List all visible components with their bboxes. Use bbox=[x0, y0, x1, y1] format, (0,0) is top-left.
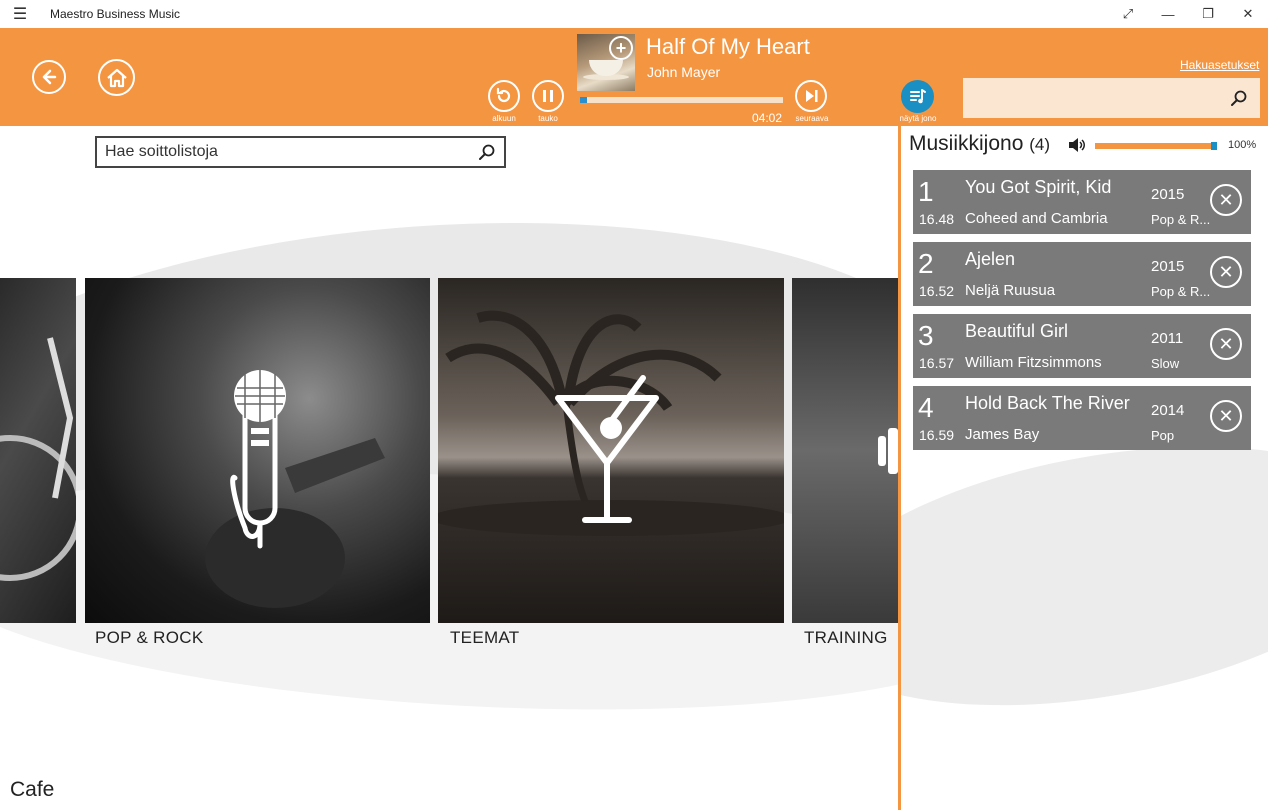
queue-item-artist: James Bay bbox=[965, 426, 1040, 443]
queue-item-title: Hold Back The River bbox=[965, 393, 1130, 413]
queue-item[interactable]: 1 16.48 You Got Spirit, Kid Coheed and C… bbox=[913, 170, 1251, 234]
queue-item-genre: Pop & R... bbox=[1151, 212, 1211, 227]
queue-item-year: 2011 bbox=[1151, 330, 1184, 347]
queue-item-number: 2 bbox=[918, 248, 934, 279]
playlist-search-input[interactable] bbox=[105, 143, 478, 161]
queue-item-time: 16.48 bbox=[919, 211, 955, 227]
close-icon: ✕ bbox=[1218, 189, 1234, 210]
queue-item-title: Beautiful Girl bbox=[965, 321, 1069, 341]
queue-item[interactable]: 3 16.57 Beautiful Girl William Fitzsimmo… bbox=[913, 314, 1251, 378]
skip-next-icon bbox=[806, 90, 818, 102]
search-settings-link[interactable]: Hakuasetukset bbox=[1180, 58, 1259, 72]
section-label-cafe: Cafe bbox=[10, 778, 55, 801]
queue-item[interactable]: 4 16.59 Hold Back The River James Bay 20… bbox=[913, 386, 1251, 450]
queue-item-year: 2015 bbox=[1151, 186, 1185, 203]
add-to-playlist-button[interactable]: + bbox=[609, 36, 633, 60]
player-header: + Half Of My Heart John Mayer alkuun tau… bbox=[0, 28, 1268, 126]
music-list-icon bbox=[909, 88, 926, 103]
queue-item-year: 2014 bbox=[1151, 402, 1185, 419]
queue-item-year: 2015 bbox=[1151, 258, 1185, 275]
progress-fill bbox=[580, 97, 587, 103]
main-content: POP & ROCK TEEMAT TRAINING Cafe bbox=[0, 126, 898, 810]
queue-item-genre: Pop & R... bbox=[1151, 284, 1211, 299]
expand-icon[interactable]: ⤢ bbox=[1108, 0, 1148, 28]
home-button[interactable] bbox=[98, 59, 135, 96]
pause-icon bbox=[543, 90, 553, 102]
tile-label-training: TRAINING bbox=[804, 628, 888, 647]
window-controls: ⤢ — ❐ ✕ bbox=[1108, 0, 1268, 28]
remove-from-queue-button[interactable]: ✕ bbox=[1210, 184, 1242, 216]
playlist-tile-teemat[interactable] bbox=[438, 278, 784, 623]
progress-bar[interactable] bbox=[580, 97, 783, 103]
queue-item-title: You Got Spirit, Kid bbox=[965, 177, 1112, 197]
show-queue-button[interactable] bbox=[901, 80, 934, 113]
queue-item-time: 16.59 bbox=[919, 427, 955, 443]
speaker-icon[interactable] bbox=[1067, 136, 1087, 154]
close-icon: ✕ bbox=[1218, 261, 1234, 282]
playlist-tile-training[interactable] bbox=[792, 278, 898, 623]
hamburger-icon[interactable]: ☰ bbox=[0, 0, 40, 28]
elapsed-time: 04:02 bbox=[752, 111, 783, 125]
playlist-tile-pop-rock[interactable] bbox=[85, 278, 430, 623]
queue-item-artist: William Fitzsimmons bbox=[965, 354, 1102, 371]
back-button[interactable] bbox=[32, 60, 66, 94]
queue-count: (4) bbox=[1029, 135, 1050, 154]
next-button[interactable] bbox=[795, 80, 827, 112]
playlist-tile-partial[interactable] bbox=[0, 278, 76, 623]
title-bar: ☰ Maestro Business Music ⤢ — ❐ ✕ bbox=[0, 0, 1268, 28]
volume-percent: 100% bbox=[1228, 139, 1257, 151]
queue-item-number: 1 bbox=[918, 176, 934, 207]
microphone-icon bbox=[205, 370, 385, 608]
search-icon[interactable] bbox=[478, 143, 496, 161]
queue-item-genre: Slow bbox=[1151, 356, 1180, 371]
playlist-search-field[interactable] bbox=[95, 136, 506, 168]
tile-label-pop-rock: POP & ROCK bbox=[95, 628, 204, 647]
restart-icon bbox=[496, 87, 511, 103]
now-playing-artist: John Mayer bbox=[647, 64, 721, 80]
queue-item-genre: Pop bbox=[1151, 428, 1175, 443]
cocktail-icon bbox=[438, 310, 784, 536]
queue-item-number: 4 bbox=[918, 392, 934, 423]
weights-icon bbox=[878, 428, 898, 474]
minimize-icon[interactable]: — bbox=[1148, 0, 1188, 28]
restart-button[interactable] bbox=[488, 80, 520, 112]
next-label: seuraava bbox=[795, 114, 829, 123]
restore-icon[interactable]: ❐ bbox=[1188, 0, 1228, 28]
top-search-field[interactable] bbox=[963, 78, 1260, 118]
queue-item[interactable]: 2 16.52 Ajelen Neljä Ruusua 2015 Pop & R… bbox=[913, 242, 1251, 306]
close-icon[interactable]: ✕ bbox=[1228, 0, 1268, 28]
restart-label: alkuun bbox=[492, 114, 516, 123]
remove-from-queue-button[interactable]: ✕ bbox=[1210, 256, 1242, 288]
queue-item-title: Ajelen bbox=[965, 249, 1016, 269]
tile-label-teemat: TEEMAT bbox=[450, 628, 520, 647]
arrow-left-icon bbox=[42, 69, 57, 85]
music-queue-panel: Musiikkijono (4) 100% 1 16.48 You Got Sp… bbox=[898, 126, 1268, 810]
queue-item-number: 3 bbox=[918, 320, 934, 351]
queue-item-artist: Neljä Ruusua bbox=[965, 282, 1056, 299]
search-icon[interactable] bbox=[1230, 89, 1248, 107]
queue-item-artist: Coheed and Cambria bbox=[965, 210, 1108, 227]
volume-knob[interactable] bbox=[1211, 142, 1217, 150]
pause-button[interactable] bbox=[532, 80, 564, 112]
show-queue-label: näytä jono bbox=[899, 114, 937, 123]
now-playing-title: Half Of My Heart bbox=[646, 34, 810, 59]
queue-title-text: Musiikkijono bbox=[909, 132, 1024, 155]
close-icon: ✕ bbox=[1218, 405, 1234, 426]
queue-item-time: 16.57 bbox=[919, 355, 955, 371]
queue-item-time: 16.52 bbox=[919, 283, 955, 299]
home-icon bbox=[106, 68, 127, 87]
volume-slider[interactable] bbox=[1095, 142, 1217, 150]
app-title: Maestro Business Music bbox=[50, 7, 181, 21]
remove-from-queue-button[interactable]: ✕ bbox=[1210, 328, 1242, 360]
plus-icon: + bbox=[615, 38, 627, 58]
queue-title: Musiikkijono (4) bbox=[909, 132, 1050, 156]
close-icon: ✕ bbox=[1218, 333, 1234, 354]
remove-from-queue-button[interactable]: ✕ bbox=[1210, 400, 1242, 432]
pause-label: tauko bbox=[538, 114, 558, 123]
